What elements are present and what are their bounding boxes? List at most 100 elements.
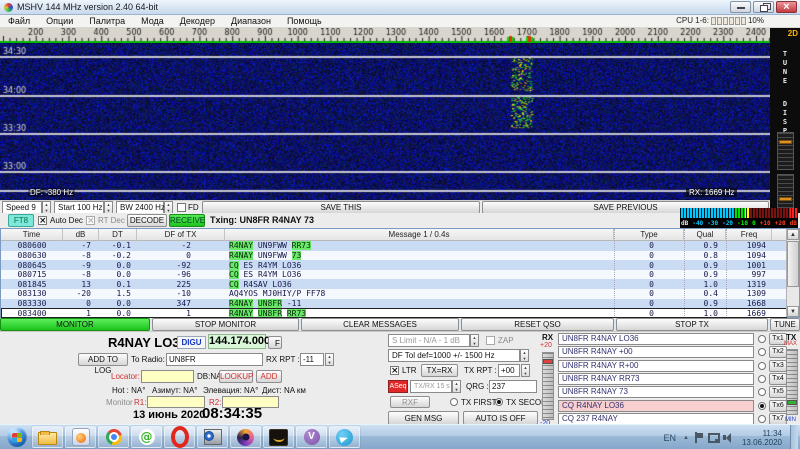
tx-button-tx3[interactable]: Tx3	[769, 360, 787, 372]
fd-checkbox[interactable]	[177, 203, 186, 212]
tx-button-tx4[interactable]: Tx4	[769, 373, 787, 385]
rx-rpt-input[interactable]	[300, 353, 324, 366]
menu--[interactable]: Мода	[133, 16, 172, 26]
frequency-button[interactable]: F	[268, 336, 282, 349]
column-header-qual[interactable]: Qual	[684, 229, 726, 241]
rx-gain-slider[interactable]	[542, 352, 554, 420]
taskbar-icon-chrome[interactable]	[98, 426, 129, 448]
menu--[interactable]: Диапазон	[223, 16, 279, 26]
aseq-indicator[interactable]: ASeq	[388, 380, 408, 393]
tx-button-tx6[interactable]: Tx6	[769, 400, 787, 412]
tray-clock[interactable]: 11:34 13.06.2020	[742, 429, 782, 447]
volume-icon[interactable]	[723, 432, 734, 443]
tx-button-tx2[interactable]: Tx2	[769, 346, 787, 358]
lookup-button[interactable]: LOOKUP	[219, 370, 253, 383]
decode-row[interactable]: 081845130.1225CQ R4SAV LO36 01.01319	[1, 279, 787, 289]
taskbar-icon-browser[interactable]	[230, 426, 261, 448]
decode-row[interactable]: 08333000.0347R4NAY UN8FR -11 00.91668	[1, 299, 787, 309]
tx-text-field-tx6[interactable]: CQ R4NAY LO36	[558, 400, 754, 412]
tx-text-field-tx3[interactable]: UN8FR R4NAY R+00	[558, 360, 754, 372]
waterfall-zero-slider[interactable]	[777, 174, 794, 212]
menu--[interactable]: Опции	[38, 16, 81, 26]
tx-select-radio-tx3[interactable]	[758, 362, 766, 370]
column-header-type[interactable]: Type	[614, 229, 684, 241]
decode-row[interactable]: 080630-8-0.20R4NAY UN9FWW 73 00.81094	[1, 251, 787, 261]
decode-row[interactable]: 083130-201.5-10AQ4YOS MJ0HIY/P FF78 00.4…	[1, 289, 787, 299]
df-tolerance-control[interactable]: DF Tol def=1000 +/- 1500 Hz	[388, 349, 520, 362]
zap-checkbox[interactable]	[486, 336, 495, 345]
tx-second-radio[interactable]	[495, 398, 503, 406]
button-reset-qso[interactable]: RESET QSO	[461, 318, 614, 331]
side-label-disp[interactable]: DISP	[780, 100, 789, 136]
radio-mode-indicator[interactable]: DIGU	[177, 336, 206, 349]
column-header-db[interactable]: dB	[63, 229, 99, 241]
gen-msg-button[interactable]: GEN MSG	[388, 411, 459, 425]
waterfall-gain-slider[interactable]	[777, 132, 794, 170]
tx-power-handle[interactable]	[787, 400, 797, 405]
tx-equals-rx-button[interactable]: TX=RX	[421, 364, 458, 377]
taskbar-icon-clock-app[interactable]	[197, 426, 228, 448]
df-tol-spinner[interactable]	[520, 349, 529, 362]
display-mode-label[interactable]: 2D	[788, 29, 798, 38]
button-clear-messages[interactable]: CLEAR MESSAGES	[301, 318, 459, 331]
mode-button-ft8[interactable]: FT8	[8, 214, 34, 227]
tray-expand-icon[interactable]: ▲	[683, 435, 689, 441]
decode-button[interactable]: DECODE	[127, 214, 167, 227]
tx-select-radio-tx6[interactable]	[758, 402, 766, 410]
decode-row[interactable]: 080600-7-0.1-2R4NAY UN9FWW RR73 00.91094	[1, 241, 787, 251]
tx-button-tx5[interactable]: Tx5	[769, 386, 787, 398]
taskbar-icon-dx-app[interactable]	[263, 426, 294, 448]
tx-text-field-tx2[interactable]: UN8FR R4NAY +00	[558, 346, 754, 358]
button-tune[interactable]: TUNE	[770, 318, 800, 331]
auto-is-off-button[interactable]: AUTO IS OFF	[463, 411, 538, 425]
restore-button[interactable]	[753, 1, 774, 13]
tx-select-radio-tx1[interactable]	[758, 335, 766, 343]
add-to-log-button[interactable]: ADD TO LOG	[78, 353, 128, 366]
tx-select-radio-tx5[interactable]	[758, 388, 766, 396]
minimize-button[interactable]	[730, 1, 751, 13]
menu--[interactable]: Декодер	[172, 16, 223, 26]
taskbar-icon-viber[interactable]	[296, 426, 327, 448]
side-label-tune[interactable]: TUNE	[780, 50, 789, 86]
language-indicator[interactable]: EN	[663, 433, 676, 443]
frequency-display[interactable]: 144.174.000	[208, 334, 266, 349]
receive-indicator[interactable]: RECEIVE	[169, 214, 205, 227]
column-header-dt[interactable]: DT	[99, 229, 137, 241]
show-desktop-button[interactable]	[790, 425, 798, 449]
rt-dec-checkbox[interactable]	[86, 216, 95, 225]
table-scrollbar[interactable]: ▲ ▼	[786, 229, 799, 317]
tx-text-field-tx1[interactable]: UN8FR R4NAY LO36	[558, 333, 754, 345]
decode-row[interactable]: 08340010.01R4NAY UN8FR RR73 01.01669	[1, 308, 787, 318]
tx-text-field-tx7[interactable]: CQ 237 R4NAY	[558, 413, 754, 425]
s-limit-spinner[interactable]	[470, 334, 479, 347]
taskbar-icon-explorer[interactable]	[32, 426, 63, 448]
column-header-time[interactable]: Time	[1, 229, 63, 241]
ltr-checkbox[interactable]	[390, 366, 399, 375]
column-header-message-1-0-4s[interactable]: Message 1 / 0.4s	[225, 229, 614, 241]
menu--[interactable]: Палитра	[81, 16, 133, 26]
scroll-down-arrow[interactable]: ▼	[787, 306, 799, 317]
gain-slider-handle[interactable]	[779, 140, 792, 144]
txrx-spinner[interactable]	[452, 380, 461, 393]
s-limit-control[interactable]: S Limit - N/A - 1 dB	[388, 334, 470, 347]
action-center-icon[interactable]	[693, 432, 704, 443]
rx-rpt-spinner[interactable]	[325, 353, 334, 366]
scrollbar-thumb[interactable]	[787, 241, 799, 287]
decode-row[interactable]: 080645-90.0-92CQ ES R4YM LO36 00.91001	[1, 260, 787, 270]
button-stop-tx[interactable]: STOP TX	[616, 318, 768, 331]
rx-gain-handle[interactable]	[543, 359, 553, 364]
tx-text-field-tx5[interactable]: UN8FR R4NAY 73	[558, 386, 754, 398]
column-header-df-of-tx[interactable]: DF of TX	[137, 229, 225, 241]
monitor-r1-input[interactable]	[147, 396, 205, 408]
tx-select-radio-tx4[interactable]	[758, 375, 766, 383]
add-button[interactable]: ADD	[256, 370, 282, 383]
network-icon[interactable]	[708, 432, 719, 443]
taskbar-icon-opera[interactable]	[164, 426, 195, 448]
tx-first-radio[interactable]	[450, 398, 458, 406]
menu--[interactable]: Помощь	[279, 16, 330, 26]
taskbar-icon-start[interactable]	[4, 426, 30, 448]
tx-rpt-input[interactable]	[498, 364, 520, 377]
taskbar-icon-mail-agent[interactable]	[131, 426, 162, 448]
decode-row[interactable]: 080715-80.0-96CQ ES R4YM LO36 00.9997	[1, 270, 787, 280]
qrg-input[interactable]	[489, 380, 537, 393]
